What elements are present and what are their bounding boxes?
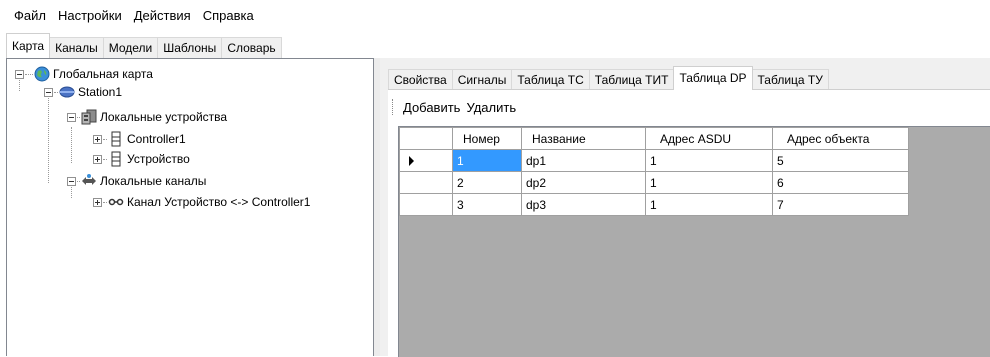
menu-file[interactable]: Файл [8,0,52,32]
detail-tab-strip: Свойства Сигналы Таблица ТС Таблица ТИТ … [388,66,829,90]
add-button[interactable]: Добавить [400,100,463,115]
tree-node-label: Локальные устройства [100,110,228,124]
tab-models[interactable]: Модели [102,37,159,58]
column-header-asdu-address[interactable]: Адрес ASDU [645,127,773,150]
tree-node-device[interactable]: Устройство [93,150,190,168]
globe-icon [34,66,50,82]
tab-dictionary[interactable]: Словарь [221,37,282,58]
tree-guide-line [48,91,49,183]
cell-asdu-address[interactable]: 1 [645,193,773,216]
tree-connector [103,158,107,160]
column-header-name[interactable]: Название [521,127,646,150]
table-dp-page: Добавить Удалить Номер Название Адрес AS… [388,89,990,357]
device-icon [108,151,124,167]
cell-name[interactable]: dp2 [521,171,646,194]
table-row[interactable]: 1 dp1 1 5 [399,149,909,172]
tree-node-local-devices[interactable]: Локальные устройства [67,108,227,126]
cell-asdu-address[interactable]: 1 [645,149,773,172]
toolbar-grip[interactable] [392,99,395,115]
tree-node-local-channels[interactable]: Локальные каналы [67,172,206,190]
toolbar: Добавить Удалить [388,90,990,124]
details-area: Свойства Сигналы Таблица ТС Таблица ТИТ … [380,58,990,357]
dp-table: Номер Название Адрес ASDU Адрес объекта … [399,127,909,216]
tree-node-station[interactable]: Station1 [44,83,122,101]
channels-icon [81,173,97,189]
cell-name[interactable]: dp3 [521,193,646,216]
tree-node-label: Устройство [127,152,190,166]
tab-channels[interactable]: Каналы [49,37,104,58]
cell-number[interactable]: 1 [452,149,522,172]
tree-guide-line [71,127,72,163]
expand-toggle[interactable] [93,154,102,164]
tab-table-ts[interactable]: Таблица ТС [511,69,590,90]
table-row[interactable]: 3 dp3 1 7 [399,193,909,216]
tree-node-label: Station1 [78,85,123,99]
main-tab-strip: Карта Каналы Модели Шаблоны Словарь [6,33,282,58]
collapse-toggle[interactable] [44,87,53,97]
tree-connector [54,91,58,93]
tree-node-channel[interactable]: Канал Устройство <-> Controller1 [93,193,311,211]
data-grid: Номер Название Адрес ASDU Адрес объекта … [398,126,990,357]
tree-connector [103,138,107,140]
devices-icon [81,109,97,125]
row-header[interactable] [399,171,453,194]
tree-node-label: Глобальная карта [53,67,153,81]
tab-properties[interactable]: Свойства [388,69,453,90]
expand-toggle[interactable] [93,197,102,207]
tree-node-controller1[interactable]: Controller1 [93,130,186,148]
collapse-toggle[interactable] [67,176,76,186]
cell-number[interactable]: 3 [452,193,522,216]
row-header[interactable] [399,149,453,172]
tree-node-global-map[interactable]: Глобальная карта [15,65,153,83]
column-header-number[interactable]: Номер [452,127,522,150]
cell-number[interactable]: 2 [452,171,522,194]
column-header-object-address[interactable]: Адрес объекта [772,127,909,150]
menu-help[interactable]: Справка [197,0,260,32]
cell-object-address[interactable]: 6 [772,171,909,194]
cell-object-address[interactable]: 7 [772,193,909,216]
tree-node-label: Controller1 [127,132,186,146]
tab-table-tu[interactable]: Таблица ТУ [751,69,829,90]
tab-map[interactable]: Карта [6,33,51,58]
collapse-toggle[interactable] [67,112,76,122]
object-tree: Глобальная карта Station1 Локальные устр… [7,59,373,356]
menu-actions[interactable]: Действия [128,0,197,32]
tab-table-dp[interactable]: Таблица DP [673,66,753,90]
menu-settings[interactable]: Настройки [52,0,128,32]
tree-connector [25,73,33,75]
tree-panel: Глобальная карта Station1 Локальные устр… [6,58,374,356]
tab-table-tit[interactable]: Таблица ТИТ [588,69,675,90]
delete-button[interactable]: Удалить [463,100,519,115]
tree-connector [77,116,80,118]
tree-connector [77,180,80,182]
tab-templates[interactable]: Шаблоны [157,37,223,58]
row-header-corner [399,127,453,150]
cell-asdu-address[interactable]: 1 [645,171,773,194]
link-icon [108,194,124,210]
tab-signals[interactable]: Сигналы [451,69,513,90]
tree-node-label: Канал Устройство <-> Controller1 [127,195,311,209]
tree-node-label: Локальные каналы [100,174,207,188]
station-icon [59,84,75,100]
current-row-arrow-icon [409,156,414,166]
row-header[interactable] [399,193,453,216]
collapse-toggle[interactable] [15,69,24,79]
device-icon [108,131,124,147]
cell-object-address[interactable]: 5 [772,149,909,172]
menu-bar: Файл Настройки Действия Справка [0,0,990,32]
tree-connector [103,201,107,203]
cell-name[interactable]: dp1 [521,149,646,172]
table-row[interactable]: 2 dp2 1 6 [399,171,909,194]
expand-toggle[interactable] [93,134,102,144]
